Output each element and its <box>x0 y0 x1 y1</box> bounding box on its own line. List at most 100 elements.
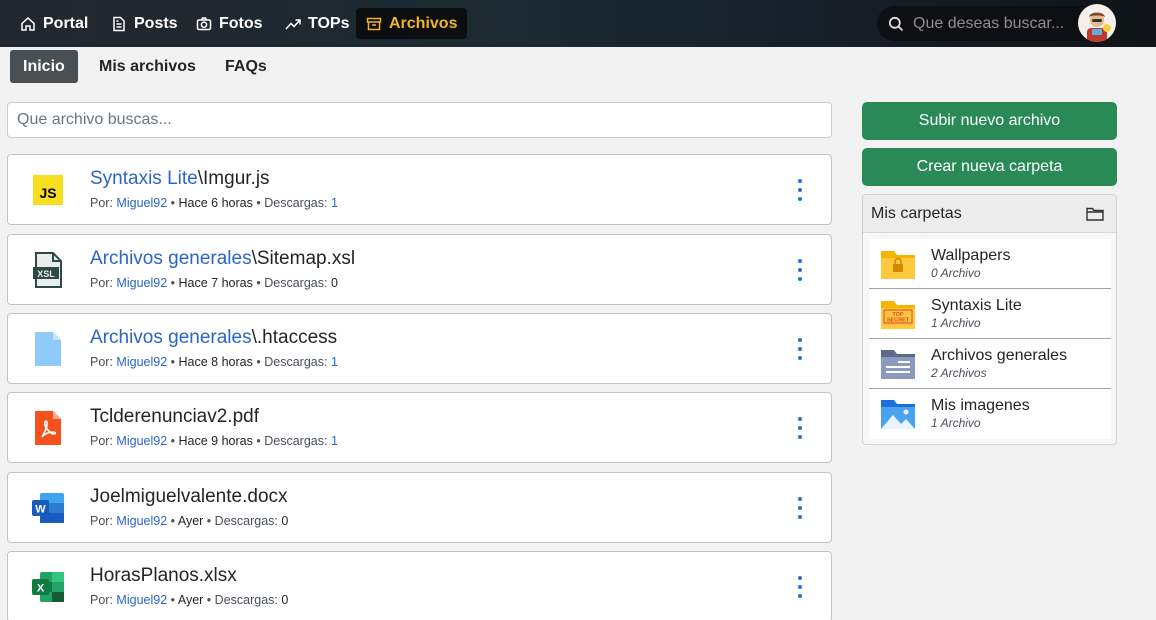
meta-downloads-label: Descargas: <box>264 434 328 448</box>
file-row[interactable]: XSL Archivos generales\Sitemap.xsl Por: … <box>7 234 832 305</box>
svg-text:XSL: XSL <box>37 269 55 279</box>
nav-item-posts[interactable]: Posts <box>101 8 188 39</box>
documents-folder-icon <box>881 350 915 379</box>
nav-item-label: Posts <box>134 14 178 32</box>
more-options-icon[interactable] <box>797 259 803 281</box>
file-author-link[interactable]: Miguel92 <box>116 355 167 369</box>
folders-panel-header: Mis carpetas <box>863 195 1116 233</box>
file-row[interactable]: Tclderenunciav2.pdf Por: Miguel92 • Hace… <box>7 392 832 463</box>
trending-icon <box>285 18 301 30</box>
folders-panel: Mis carpetas Wallpapers 0 Archivo TOP SEC… <box>862 194 1117 445</box>
file-time: Ayer <box>177 593 204 607</box>
global-search-placeholder: Que deseas buscar... <box>913 14 1065 32</box>
meta-sep: • <box>170 276 176 290</box>
top-navbar: Portal Posts Fotos TOPs Archivos Que des… <box>0 0 1156 47</box>
file-title: Syntaxis Lite\Imgur.js <box>90 168 270 190</box>
create-folder-button[interactable]: Crear nueva carpeta <box>862 148 1117 186</box>
more-options-icon[interactable] <box>797 417 803 439</box>
file-folder-link[interactable]: Archivos generales <box>90 248 252 269</box>
file-meta: Por: Miguel92 • Hace 6 horas • Descargas… <box>90 196 338 210</box>
file-meta: Por: Miguel92 • Ayer • Descargas: 0 <box>90 593 288 607</box>
file-meta: Por: Miguel92 • Ayer • Descargas: 0 <box>90 514 288 528</box>
folder-name: Mis imagenes <box>931 397 1030 414</box>
file-search-input[interactable] <box>7 102 832 138</box>
file-author-link[interactable]: Miguel92 <box>116 434 167 448</box>
tab-label: Inicio <box>23 57 65 75</box>
home-icon <box>21 16 35 31</box>
nav-item-fotos[interactable]: Fotos <box>186 8 273 39</box>
file-downloads: 1 <box>330 434 338 448</box>
folder-item-mis-imagenes[interactable]: Mis imagenes 1 Archivo <box>869 389 1111 439</box>
nav-item-label: TOPs <box>308 14 350 32</box>
file-name: Tclderenunciav2.pdf <box>90 406 259 427</box>
tab-faqs[interactable]: FAQs <box>212 50 280 83</box>
nav-item-label: Fotos <box>219 14 263 32</box>
more-options-icon[interactable] <box>797 497 803 519</box>
file-author-link[interactable]: Miguel92 <box>116 276 167 290</box>
file-time: Hace 6 horas <box>178 196 253 210</box>
folder-count: 0 Archivo <box>931 266 981 280</box>
folder-icon[interactable] <box>1086 206 1104 222</box>
meta-sep: • <box>170 355 176 369</box>
tab-label: Mis archivos <box>99 57 196 75</box>
more-options-icon[interactable] <box>797 179 803 201</box>
tab-mis-archivos[interactable]: Mis archivos <box>86 50 209 83</box>
meta-sep: • <box>170 514 176 528</box>
nav-item-tops[interactable]: TOPs <box>275 8 360 39</box>
file-time: Hace 7 horas <box>178 276 253 290</box>
meta-sep: • <box>170 196 176 210</box>
file-time: Hace 9 horas <box>178 434 253 448</box>
file-folder-link[interactable]: Archivos generales <box>90 327 252 348</box>
folder-count: 1 Archivo <box>931 316 981 330</box>
more-options-icon[interactable] <box>797 338 803 360</box>
folder-count: 1 Archivo <box>931 416 981 430</box>
pdf-file-icon <box>31 410 65 446</box>
file-row[interactable]: W Joelmiguelvalente.docx Por: Miguel92 •… <box>7 472 832 543</box>
xsl-file-icon: XSL <box>31 252 65 288</box>
file-downloads: 0 <box>330 276 338 290</box>
nav-item-portal[interactable]: Portal <box>10 8 98 39</box>
folder-count: 2 Archivos <box>931 366 987 380</box>
nav-item-archivos[interactable]: Archivos <box>356 8 468 39</box>
folder-item-archivos-generales[interactable]: Archivos generales 2 Archivos <box>869 339 1111 389</box>
folder-name: Syntaxis Lite <box>931 297 1022 314</box>
file-downloads: 1 <box>330 196 338 210</box>
meta-sep: • <box>256 276 261 290</box>
folder-item-wallpapers[interactable]: Wallpapers 0 Archivo <box>869 239 1111 289</box>
camera-icon <box>196 16 212 30</box>
meta-by-label: Por: <box>90 434 113 448</box>
file-downloads: 0 <box>281 514 289 528</box>
upload-file-button[interactable]: Subir nuevo archivo <box>862 102 1117 140</box>
file-name: .htaccess <box>256 327 338 348</box>
top-secret-folder-icon: TOPSECRET <box>881 301 915 329</box>
create-folder-label: Crear nueva carpeta <box>916 158 1063 175</box>
file-author-link[interactable]: Miguel92 <box>116 514 167 528</box>
meta-downloads-label: Descargas: <box>214 593 278 607</box>
meta-downloads-label: Descargas: <box>264 276 328 290</box>
meta-sep: • <box>206 593 212 607</box>
file-name: Joelmiguelvalente.docx <box>90 486 288 507</box>
folder-name: Wallpapers <box>931 247 1011 264</box>
avatar[interactable] <box>1078 4 1116 42</box>
file-name: HorasPlanos.xlsx <box>90 565 237 586</box>
upload-file-label: Subir nuevo archivo <box>918 112 1061 129</box>
word-file-icon: W <box>31 490 65 526</box>
more-options-icon[interactable] <box>797 576 803 598</box>
pictures-folder-icon <box>881 400 915 429</box>
folder-item-syntaxis-lite[interactable]: TOP SECRET Syntaxis Lite 1 Archivo <box>869 289 1111 339</box>
file-author-link[interactable]: Miguel92 <box>116 196 167 210</box>
file-row[interactable]: JS Syntaxis Lite\Imgur.js Por: Miguel92 … <box>7 154 832 225</box>
meta-sep: • <box>256 434 261 448</box>
file-author-link[interactable]: Miguel92 <box>116 593 167 607</box>
file-folder-link[interactable]: Syntaxis Lite <box>90 168 198 189</box>
file-row[interactable]: Archivos generales\.htaccess Por: Miguel… <box>7 313 832 384</box>
meta-sep: • <box>206 514 212 528</box>
file-row[interactable]: X HorasPlanos.xlsx Por: Miguel92 • Ayer … <box>7 551 832 620</box>
meta-downloads-label: Descargas: <box>264 196 328 210</box>
svg-text:SECRET: SECRET <box>887 318 910 324</box>
file-title: HorasPlanos.xlsx <box>90 565 237 587</box>
document-icon <box>113 16 125 31</box>
file-time: Hace 8 horas <box>178 355 253 369</box>
tab-inicio[interactable]: Inicio <box>10 50 78 83</box>
svg-text:W: W <box>35 504 46 516</box>
